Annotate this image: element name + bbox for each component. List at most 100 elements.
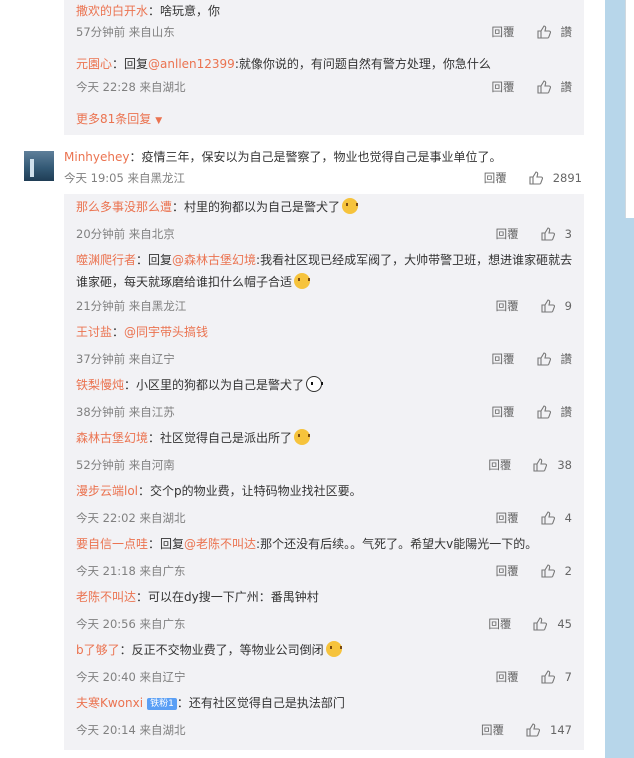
doge-emoji-icon: [294, 273, 311, 289]
like-count: 45: [557, 617, 572, 631]
list-item: 铁梨慢炖：小区里的狗都以为自己是警犬了 38分钟前 来自江苏 回覆 讚: [64, 372, 584, 425]
thumbs-up-icon: [541, 227, 555, 241]
like-button[interactable]: 38: [533, 458, 572, 472]
like-button[interactable]: 7: [541, 670, 572, 684]
thumbs-up-icon: [541, 511, 555, 525]
like-count: 讚: [560, 405, 573, 419]
reply-text: :那个还没有后续。。气死了。希望大v能陽光一下的。: [256, 537, 538, 551]
avatar[interactable]: [24, 151, 54, 181]
like-button[interactable]: 3: [541, 227, 572, 241]
user-name-link[interactable]: 铁梨慢炖: [76, 378, 124, 392]
like-button[interactable]: 讚: [536, 24, 572, 40]
more-replies-link[interactable]: 更多81条回复 ▼: [76, 110, 162, 127]
like-button[interactable]: 9: [541, 299, 572, 313]
reply-meta: 今天 22:02 来自湖北: [76, 511, 186, 525]
list-item: 森林古堡幻境：社区觉得自己是派出所了 52分钟前 来自河南 回覆 38: [64, 425, 584, 478]
reply-prefix: ：回复: [112, 57, 149, 71]
reply-text: ：社区觉得自己是派出所了: [148, 431, 293, 445]
mention-link[interactable]: @anllen12399: [148, 57, 235, 71]
like-count: 4: [564, 511, 572, 525]
like-button[interactable]: 2: [541, 564, 572, 578]
reply-meta: 今天 20:56 来自广东: [76, 617, 186, 631]
reply-button[interactable]: 回覆: [496, 298, 519, 314]
reply-button[interactable]: 回覆: [492, 404, 515, 420]
list-item: 噬渊爬行者：回复@森林古堡幻境:我看社区现已经成军阀了，大帅带警卫班，想进谁家砸…: [64, 247, 584, 319]
panda-emoji-icon: [306, 376, 324, 392]
thumbs-up-icon: [536, 25, 551, 39]
sub-reply-group: 那么多事没那么遭：村里的狗都以为自己是警犬了 20分钟前 来自北京 回覆 3 噬…: [64, 194, 584, 750]
reply-text: ：还有社区觉得自己是执法部门: [176, 696, 345, 710]
reply-text: ：啥玩意，你: [148, 4, 221, 18]
like-count: 38: [557, 458, 572, 472]
like-count: 7: [564, 670, 572, 684]
like-button[interactable]: 147: [526, 723, 572, 737]
user-name-link[interactable]: Minhyehey: [64, 150, 129, 164]
list-item: 那么多事没那么遭：村里的狗都以为自己是警犬了 20分钟前 来自北京 回覆 3: [64, 194, 584, 247]
user-name-link[interactable]: 夫寒Kwonxi: [76, 696, 143, 710]
thumbs-up-icon: [536, 80, 551, 94]
reply-button[interactable]: 回覆: [492, 351, 515, 367]
reply-button[interactable]: 回覆: [484, 170, 507, 186]
user-name-link[interactable]: 要自信一点哇: [76, 537, 148, 551]
reply-button[interactable]: 回覆: [496, 226, 519, 242]
chevron-down-icon: ▼: [155, 116, 163, 126]
reply-prefix: ：回复: [136, 253, 173, 267]
user-name-link[interactable]: b了够了: [76, 643, 120, 657]
mention-link[interactable]: @森林古堡幻境: [172, 253, 256, 267]
reply-text: :就像你说的，有问题自然有警方处理，你急什么: [234, 57, 491, 71]
user-name-link[interactable]: 王讨盐: [76, 325, 112, 339]
like-button[interactable]: 45: [533, 617, 572, 631]
reply-meta: 今天 20:40 来自辽宁: [76, 670, 186, 684]
reply-meta: 20分钟前 来自北京: [76, 227, 175, 241]
reply-button[interactable]: 回覆: [492, 24, 515, 40]
reply-meta: 21分钟前 来自黑龙江: [76, 299, 187, 313]
thumbs-up-icon: [536, 405, 551, 419]
comment-text: ：疫情三年，保安以为自己是警察了，物业也觉得自己是事业单位了。: [129, 150, 502, 164]
reply-meta: 37分钟前 来自辽宁: [76, 352, 175, 366]
reply-button[interactable]: 回覆: [496, 510, 519, 526]
grin-emoji-icon: [325, 641, 342, 657]
user-name-link[interactable]: 噬渊爬行者: [76, 253, 136, 267]
user-name-link[interactable]: 漫步云端lol: [76, 484, 138, 498]
doge-emoji-icon: [342, 198, 359, 214]
reply-button[interactable]: 回覆: [488, 457, 511, 473]
reply-button[interactable]: 回覆: [488, 616, 511, 632]
reply-meta: 57分钟前 来自山东: [76, 25, 175, 39]
user-name-link[interactable]: 那么多事没那么遭: [76, 200, 172, 214]
like-button[interactable]: 讚: [536, 404, 573, 420]
like-count: 9: [564, 299, 572, 313]
reply-meta: 今天 22:28 来自湖北: [76, 80, 186, 94]
reply-meta: 38分钟前 来自江苏: [76, 405, 175, 419]
reply-button[interactable]: 回覆: [492, 79, 515, 95]
list-item: 漫步云端lol：交个p的物业费，让特码物业找社区要。 今天 22:02 来自湖北…: [64, 478, 584, 531]
mention-link[interactable]: @老陈不叫达: [184, 537, 256, 551]
thumbs-up-icon: [541, 564, 555, 578]
like-button[interactable]: 4: [541, 511, 572, 525]
like-count: 2: [564, 564, 572, 578]
list-item: 夫寒Kwonxi 铁粉1 ：还有社区觉得自己是执法部门 今天 20:14 来自湖北 …: [64, 690, 584, 743]
thumbs-up-icon: [541, 299, 555, 313]
doge-emoji-icon: [294, 429, 311, 445]
comment-meta: 今天 19:05 来自黑龙江: [64, 171, 185, 185]
list-item: 撒欢的白开水：啥玩意，你 57分钟前 来自山东 回覆 讚: [64, 0, 584, 45]
user-name-link[interactable]: 元園心: [76, 57, 112, 71]
reply-button[interactable]: 回覆: [481, 722, 504, 738]
mention-link[interactable]: @同宇带头搞钱: [124, 325, 208, 339]
sub-reply-group: 撒欢的白开水：啥玩意，你 57分钟前 来自山东 回覆 讚 元園心：回复@anll…: [64, 0, 584, 135]
thumbs-up-icon: [529, 171, 543, 185]
like-button[interactable]: 2891: [529, 171, 582, 185]
user-name-link[interactable]: 森林古堡幻境: [76, 431, 148, 445]
reply-meta: 52分钟前 来自河南: [76, 458, 175, 472]
thumbs-up-icon: [536, 352, 551, 366]
user-name-link[interactable]: 撒欢的白开水: [76, 4, 148, 18]
reply-prefix: ：: [112, 325, 125, 339]
reply-button[interactable]: 回覆: [496, 669, 519, 685]
reply-button[interactable]: 回覆: [496, 563, 519, 579]
comment-body: Minhyehey：疫情三年，保安以为自己是警察了，物业也觉得自己是事业单位了。: [64, 149, 502, 165]
user-name-link[interactable]: 老陈不叫达: [76, 590, 136, 604]
list-item: 老陈不叫达：可以在dy搜一下广州：番禺钟村 今天 20:56 来自广东 回覆 4…: [64, 584, 584, 637]
reply-text: ：交个p的物业费，让特码物业找社区要。: [138, 484, 362, 498]
like-button[interactable]: 讚: [536, 79, 572, 95]
reply-text: ：反正不交物业费了，等物业公司倒闭: [119, 643, 324, 657]
like-button[interactable]: 讚: [536, 351, 572, 367]
